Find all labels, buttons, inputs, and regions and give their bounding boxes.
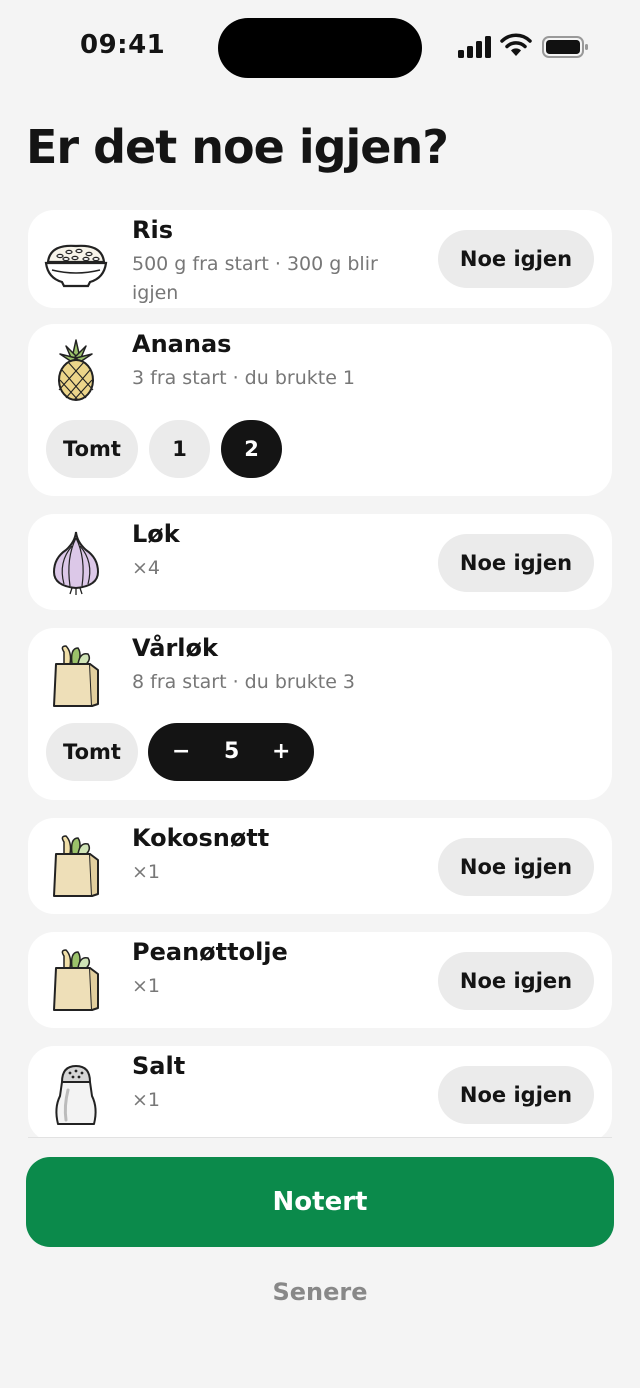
increment-button[interactable]: +: [272, 723, 290, 781]
grocery-bag-icon: [53, 949, 99, 1011]
footer-divider: [28, 1137, 612, 1138]
list-item-peanottolje: Peanøttolje ×1 Noe igjen: [28, 932, 612, 1028]
noted-button[interactable]: Notert: [26, 1157, 614, 1247]
list-item-ris: Ris 500 g fra start · 300 g blir igjen N…: [28, 210, 612, 308]
something-left-button[interactable]: Noe igjen: [438, 534, 594, 592]
later-button[interactable]: Senere: [0, 1278, 640, 1306]
list-item-ananas: Ananas 3 fra start · du brukte 1 Tomt 1 …: [28, 324, 612, 496]
something-left-button[interactable]: Noe igjen: [438, 838, 594, 896]
item-detail: ×4: [132, 557, 161, 579]
leftovers-list[interactable]: Ris 500 g fra start · 300 g blir igjen N…: [28, 210, 612, 1138]
item-detail: 500 g fra start · 300 g blir igjen: [132, 253, 378, 304]
item-detail: ×1: [132, 1089, 161, 1111]
item-detail: ×1: [132, 975, 161, 997]
page-title: Er det noe igjen?: [26, 120, 449, 174]
item-name: Peanøttolje: [132, 938, 288, 966]
item-name: Vårløk: [132, 634, 218, 662]
option-2-button-selected[interactable]: 2: [221, 420, 282, 478]
onion-icon: [52, 531, 100, 595]
wifi-icon: [500, 33, 532, 56]
battery-icon: [542, 36, 588, 58]
grocery-bag-icon: [53, 645, 99, 707]
quantity-stepper: − 5 +: [148, 723, 314, 781]
rice-bowl-icon: [44, 244, 108, 288]
decrement-button[interactable]: −: [172, 723, 190, 781]
item-detail: ×1: [132, 861, 161, 883]
option-empty-button[interactable]: Tomt: [46, 420, 138, 478]
list-item-kokosnott: Kokosnøtt ×1 Noe igjen: [28, 818, 612, 914]
something-left-button[interactable]: Noe igjen: [438, 1066, 594, 1124]
something-left-button[interactable]: Noe igjen: [438, 230, 594, 288]
item-detail: 8 fra start · du brukte 3: [132, 671, 356, 693]
status-bar: 09:41: [0, 0, 640, 96]
option-empty-button[interactable]: Tomt: [46, 723, 138, 781]
option-1-button[interactable]: 1: [149, 420, 210, 478]
something-left-button[interactable]: Noe igjen: [438, 952, 594, 1010]
item-name: Salt: [132, 1052, 186, 1080]
item-name: Løk: [132, 520, 180, 548]
item-name: Ris: [132, 216, 173, 244]
pineapple-icon: [58, 339, 94, 401]
list-item-lok: Løk ×4 Noe igjen: [28, 514, 612, 610]
item-detail: 3 fra start · du brukte 1: [132, 367, 356, 389]
stepper-value: 5: [224, 739, 240, 764]
grocery-bag-icon: [53, 835, 99, 897]
item-name: Kokosnøtt: [132, 824, 270, 852]
cellular-signal-icon: [458, 36, 492, 58]
dynamic-island: [218, 18, 422, 78]
salt-shaker-icon: [55, 1064, 97, 1125]
status-time: 09:41: [80, 30, 166, 60]
item-name: Ananas: [132, 330, 232, 358]
list-item-varlok: Vårløk 8 fra start · du brukte 3 Tomt − …: [28, 628, 612, 800]
list-item-salt: Salt ×1 Noe igjen: [28, 1046, 612, 1138]
